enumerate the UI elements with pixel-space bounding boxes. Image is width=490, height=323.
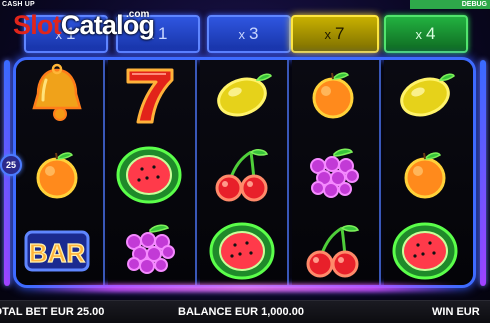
- orange-icon: [22, 144, 92, 206]
- orange-icon: [298, 64, 368, 126]
- cherries-icon: [298, 220, 368, 282]
- lemon-icon: [207, 64, 277, 126]
- svg-text:BAR: BAR: [29, 238, 86, 268]
- slotcatalog-watermark: SlotCatalog .com: [13, 6, 155, 40]
- bar-icon: BAR: [22, 220, 92, 282]
- multiplier-reel-4: x7: [291, 15, 379, 53]
- balance: BALANCE EUR 1,000.00: [178, 306, 304, 318]
- grapes-icon: [114, 220, 184, 282]
- win-label: WIN EUR: [432, 306, 480, 318]
- frame-bottom-glow: [30, 284, 460, 292]
- paylines-badge[interactable]: 25: [0, 154, 22, 176]
- right-side-light: [480, 60, 486, 286]
- watermelon-icon: [390, 220, 460, 282]
- multiplier-reel-3: x3: [207, 15, 291, 53]
- seven-icon: [114, 64, 184, 126]
- bottom-bar: TOTAL BET EUR 25.00 BALANCE EUR 1,000.00…: [0, 300, 490, 323]
- slot-game-screen: CASH UP DEBUG SlotCatalog .com x1 x1 x3 …: [0, 0, 490, 323]
- multiplier-reel-5: x4: [384, 15, 468, 53]
- lemon-icon: [390, 64, 460, 126]
- watermelon-icon: [207, 220, 277, 282]
- win: WIN EUR: [432, 306, 480, 318]
- bell-icon: [22, 63, 92, 126]
- total-bet[interactable]: TOTAL BET EUR 25.00: [0, 306, 104, 318]
- debug-badge: DEBUG: [410, 0, 490, 9]
- total-bet-label: TOTAL BET EUR: [0, 306, 74, 318]
- balance-label: BALANCE EUR: [178, 306, 259, 318]
- grapes-icon: [298, 144, 368, 206]
- watermark-slot: Slot: [13, 10, 62, 40]
- cherries-icon: [207, 144, 277, 206]
- watermelon-icon: [114, 144, 184, 206]
- balance-value: 1,000.00: [261, 306, 304, 318]
- total-bet-value: 25.00: [76, 306, 105, 318]
- watermark-com: .com: [126, 9, 150, 20]
- orange-icon: [390, 144, 460, 206]
